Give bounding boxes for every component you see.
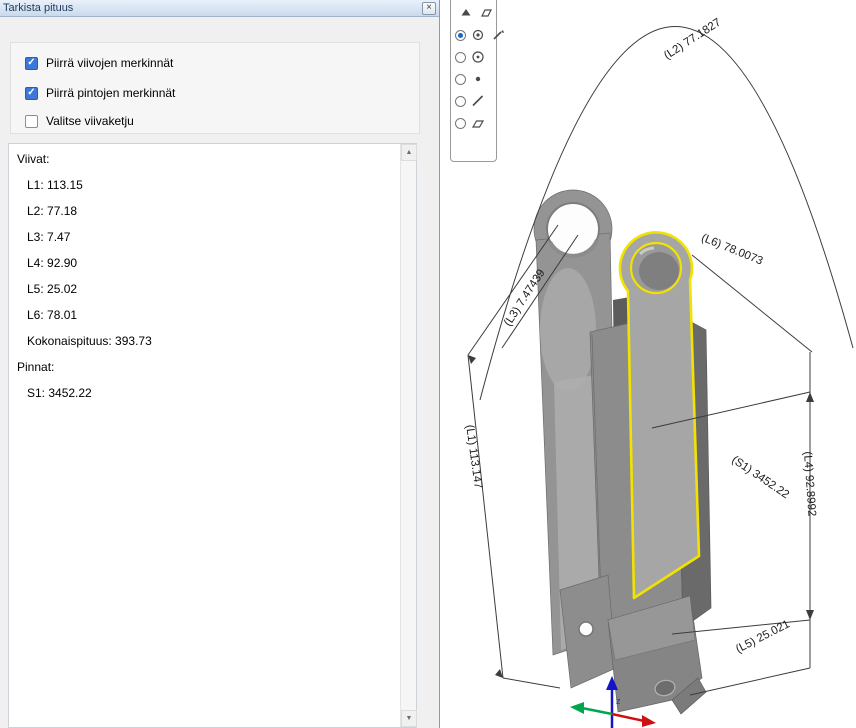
radio-line[interactable] bbox=[455, 96, 466, 107]
scroll-down-button[interactable]: ▼ bbox=[401, 710, 417, 727]
checkbox-select-chain[interactable]: ✓ bbox=[25, 115, 38, 128]
parallelogram-icon bbox=[470, 115, 486, 131]
check-length-dialog: Tarkista pituus × ✓ Piirrä viivojen merk… bbox=[0, 0, 440, 728]
checkbox-row-draw-line-marks[interactable]: ✓ Piirrä viivojen merkinnät bbox=[25, 55, 173, 71]
circle-dot-icon bbox=[470, 49, 486, 65]
tool-option-point-to-point[interactable] bbox=[455, 24, 492, 46]
tool-option-line[interactable] bbox=[455, 90, 492, 112]
3d-viewport[interactable]: (L2) 77.1827 (L6) 78.0073 (L3) 7.47439 (… bbox=[440, 0, 856, 728]
check-icon: ✓ bbox=[27, 88, 35, 98]
tool-option-face[interactable] bbox=[455, 112, 492, 134]
tool-option-point[interactable] bbox=[455, 68, 492, 90]
surface-result-s1: S1: 3452.22 bbox=[9, 380, 416, 406]
checkbox-row-select-chain[interactable]: ✓ Valitse viivaketju bbox=[25, 113, 134, 129]
circle-dot-icon bbox=[470, 27, 486, 43]
line-result-l4: L4: 92.90 bbox=[9, 250, 416, 276]
dialog-titlebar: Tarkista pituus × bbox=[0, 0, 439, 17]
surfaces-header: Pinnat: bbox=[9, 354, 416, 380]
radio-point[interactable] bbox=[455, 74, 466, 85]
dot-icon bbox=[470, 71, 486, 87]
3d-scene[interactable] bbox=[440, 0, 856, 728]
close-button[interactable]: × bbox=[422, 2, 436, 15]
app-window: Tarkista pituus × ✓ Piirrä viivojen merk… bbox=[0, 0, 856, 728]
up-arrow-icon[interactable] bbox=[458, 5, 474, 21]
line-result-l6: L6: 78.01 bbox=[9, 302, 416, 328]
sketch-parallelogram-icon[interactable] bbox=[478, 5, 494, 21]
checkbox-draw-line-marks[interactable]: ✓ bbox=[25, 57, 38, 70]
checkbox-row-draw-surface-marks[interactable]: ✓ Piirrä pintojen merkinnät bbox=[25, 85, 175, 101]
checkbox-label: Piirrä viivojen merkinnät bbox=[46, 56, 173, 70]
line-icon bbox=[470, 93, 486, 109]
checkbox-label: Piirrä pintojen merkinnät bbox=[46, 86, 175, 100]
dialog-title: Tarkista pituus bbox=[3, 2, 73, 14]
palette-header bbox=[455, 2, 492, 24]
check-icon: ✓ bbox=[27, 58, 35, 68]
scroll-up-button[interactable]: ▲ bbox=[401, 144, 417, 161]
radio-point-to-point[interactable] bbox=[455, 30, 466, 41]
z-axis-label: z bbox=[616, 696, 621, 706]
line-result-l1: L1: 113.15 bbox=[9, 172, 416, 198]
tool-option-circle[interactable] bbox=[455, 46, 492, 68]
pencil-icon bbox=[490, 27, 506, 43]
results-scrollbar[interactable]: ▲ ▼ bbox=[400, 144, 416, 727]
results-list: Viivat: L1: 113.15 L2: 77.18 L3: 7.47 L4… bbox=[8, 143, 417, 728]
measure-tool-palette bbox=[450, 0, 497, 162]
line-result-l5: L5: 25.02 bbox=[9, 276, 416, 302]
total-length: Kokonaispituus: 393.73 bbox=[9, 328, 416, 354]
radio-circle[interactable] bbox=[455, 52, 466, 63]
y-axis-arrow bbox=[570, 702, 584, 714]
options-group: ✓ Piirrä viivojen merkinnät ✓ Piirrä pin… bbox=[10, 42, 420, 134]
checkbox-draw-surface-marks[interactable]: ✓ bbox=[25, 87, 38, 100]
checkbox-label: Valitse viivaketju bbox=[46, 114, 134, 128]
part-front-lug-selected[interactable] bbox=[620, 232, 699, 598]
results-content: Viivat: L1: 113.15 L2: 77.18 L3: 7.47 L4… bbox=[9, 144, 416, 406]
line-result-l3: L3: 7.47 bbox=[9, 224, 416, 250]
x-axis-arrow bbox=[642, 715, 656, 727]
radio-face[interactable] bbox=[455, 118, 466, 129]
line-result-l2: L2: 77.18 bbox=[9, 198, 416, 224]
lines-header: Viivat: bbox=[9, 146, 416, 172]
